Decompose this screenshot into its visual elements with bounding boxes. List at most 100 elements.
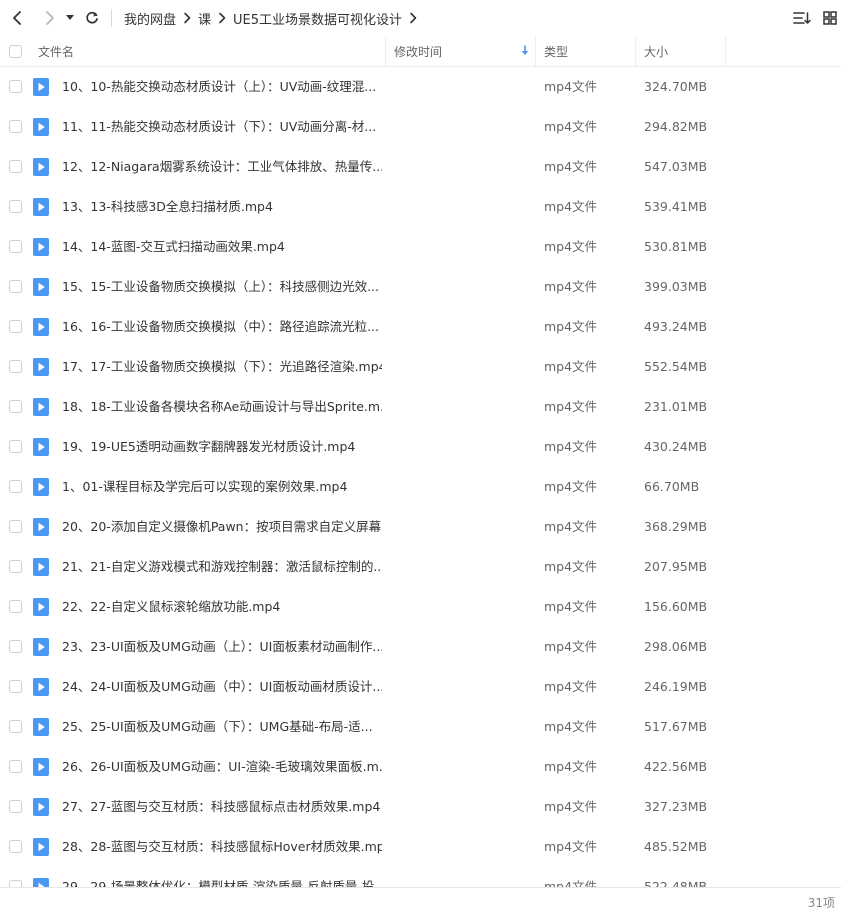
file-name[interactable]: 14、14-蓝图-交互式扫描动画效果.mp4	[62, 227, 285, 267]
row-checkbox[interactable]	[9, 520, 22, 533]
row-checkbox[interactable]	[9, 840, 22, 853]
video-file-icon	[33, 358, 49, 376]
file-name[interactable]: 22、22-自定义鼠标滚轮缩放功能.mp4	[62, 587, 280, 627]
file-name[interactable]: 13、13-科技感3D全息扫描材质.mp4	[62, 187, 273, 227]
file-name[interactable]: 29、29-场景整体优化：模型材质-渲染质量-反射质量-投...	[62, 867, 382, 887]
column-header-size[interactable]: 大小	[644, 36, 668, 66]
table-row[interactable]: 27、27-蓝图与交互材质：科技感鼠标点击材质效果.mp4 mp4文件 327.23…	[0, 787, 841, 827]
row-checkbox[interactable]	[9, 200, 22, 213]
row-checkbox[interactable]	[9, 120, 22, 133]
row-checkbox[interactable]	[9, 800, 22, 813]
file-name[interactable]: 20、20-添加自定义摄像机Pawn：按项目需求自定义屏幕...	[62, 507, 382, 547]
file-size: 530.81MB	[644, 239, 708, 254]
table-row[interactable]: 13、13-科技感3D全息扫描材质.mp4 mp4文件 539.41MB	[0, 187, 841, 227]
file-name[interactable]: 19、19-UE5透明动画数字翻牌器发光材质设计.mp4	[62, 427, 355, 467]
file-name[interactable]: 15、15-工业设备物质交换模拟（上）：科技感侧边光效...	[62, 267, 379, 307]
row-checkbox[interactable]	[9, 640, 22, 653]
video-file-icon	[33, 78, 49, 96]
file-name[interactable]: 11、11-热能交换动态材质设计（下）：UV动画分离-材...	[62, 107, 376, 147]
row-checkbox[interactable]	[9, 720, 22, 733]
row-checkbox[interactable]	[9, 400, 22, 413]
row-checkbox[interactable]	[9, 440, 22, 453]
file-name[interactable]: 28、28-蓝图与交互材质：科技感鼠标Hover材质效果.mp4	[62, 827, 382, 867]
sort-descending-icon[interactable]	[521, 45, 529, 59]
breadcrumb-item-root[interactable]: 我的网盘	[124, 9, 176, 28]
table-row[interactable]: 17、17-工业设备物质交换模拟（下）：光追路径渲染.mp4 mp4文件 552.5…	[0, 347, 841, 387]
table-row[interactable]: 24、24-UI面板及UMG动画（中）：UI面板动画材质设计... mp4文件 24…	[0, 667, 841, 707]
file-name[interactable]: 17、17-工业设备物质交换模拟（下）：光追路径渲染.mp4	[62, 347, 382, 387]
file-type: mp4文件	[544, 439, 598, 454]
table-row[interactable]: 25、25-UI面板及UMG动画（下）：UMG基础-布局-适... mp4文件 51…	[0, 707, 841, 747]
file-name[interactable]: 12、12-Niagara烟雾系统设计：工业气体排放、热量传...	[62, 147, 382, 187]
chevron-right-icon	[46, 11, 54, 25]
file-name[interactable]: 16、16-工业设备物质交换模拟（中）：路径追踪流光粒...	[62, 307, 379, 347]
video-file-icon	[33, 558, 49, 576]
column-header-modified[interactable]: 修改时间	[394, 36, 442, 66]
file-size: 246.19MB	[644, 679, 708, 694]
table-row[interactable]: 16、16-工业设备物质交换模拟（中）：路径追踪流光粒... mp4文件 493.2…	[0, 307, 841, 347]
video-file-icon	[33, 838, 49, 856]
file-name[interactable]: 1、01-课程目标及学完后可以实现的案例效果.mp4	[62, 467, 347, 507]
file-size: 552.54MB	[644, 359, 708, 374]
row-checkbox[interactable]	[9, 600, 22, 613]
table-row[interactable]: 15、15-工业设备物质交换模拟（上）：科技感侧边光效... mp4文件 399.0…	[0, 267, 841, 307]
row-checkbox[interactable]	[9, 280, 22, 293]
file-size: 298.06MB	[644, 639, 708, 654]
file-name[interactable]: 10、10-热能交换动态材质设计（上）：UV动画-纹理混...	[62, 67, 376, 107]
row-checkbox[interactable]	[9, 480, 22, 493]
video-file-icon	[33, 118, 49, 136]
file-size: 485.52MB	[644, 839, 708, 854]
breadcrumb-item-current[interactable]: UE5工业场景数据可视化设计	[233, 9, 402, 28]
column-header-name[interactable]: 文件名	[38, 36, 74, 66]
video-file-icon	[33, 478, 49, 496]
forward-button[interactable]	[39, 7, 61, 29]
file-type: mp4文件	[544, 199, 598, 214]
refresh-button[interactable]	[81, 7, 103, 29]
column-header-type[interactable]: 类型	[544, 36, 568, 66]
row-checkbox[interactable]	[9, 320, 22, 333]
refresh-icon	[86, 11, 98, 24]
row-checkbox[interactable]	[9, 760, 22, 773]
table-row[interactable]: 23、23-UI面板及UMG动画（上）：UI面板素材动画制作... mp4文件 29…	[0, 627, 841, 667]
history-dropdown-button[interactable]	[63, 7, 77, 29]
table-row[interactable]: 28、28-蓝图与交互材质：科技感鼠标Hover材质效果.mp4 mp4文件 485…	[0, 827, 841, 867]
file-name[interactable]: 27、27-蓝图与交互材质：科技感鼠标点击材质效果.mp4	[62, 787, 380, 827]
file-type: mp4文件	[544, 319, 598, 334]
table-row[interactable]: 12、12-Niagara烟雾系统设计：工业气体排放、热量传... mp4文件 54…	[0, 147, 841, 187]
file-type: mp4文件	[544, 639, 598, 654]
file-name[interactable]: 26、26-UI面板及UMG动画：UI-渲染-毛玻璃效果面板.m...	[62, 747, 382, 787]
select-all-checkbox[interactable]	[9, 36, 22, 66]
table-row[interactable]: 18、18-工业设备各模块名称Ae动画设计与导出Sprite.m... mp4文件…	[0, 387, 841, 427]
sort-button[interactable]	[791, 7, 813, 29]
view-mode-button[interactable]	[819, 7, 841, 29]
table-row[interactable]: 1、01-课程目标及学完后可以实现的案例效果.mp4 mp4文件 66.70MB	[0, 467, 841, 507]
file-name[interactable]: 23、23-UI面板及UMG动画（上）：UI面板素材动画制作...	[62, 627, 382, 667]
file-name[interactable]: 25、25-UI面板及UMG动画（下）：UMG基础-布局-适...	[62, 707, 373, 747]
file-size: 522.48MB	[644, 879, 708, 887]
row-checkbox[interactable]	[9, 680, 22, 693]
column-divider	[635, 36, 636, 66]
video-file-icon	[33, 598, 49, 616]
row-checkbox[interactable]	[9, 160, 22, 173]
row-checkbox[interactable]	[9, 880, 22, 887]
table-row[interactable]: 26、26-UI面板及UMG动画：UI-渲染-毛玻璃效果面板.m... mp4文件…	[0, 747, 841, 787]
file-size: 422.56MB	[644, 759, 708, 774]
row-checkbox[interactable]	[9, 360, 22, 373]
file-name[interactable]: 24、24-UI面板及UMG动画（中）：UI面板动画材质设计...	[62, 667, 382, 707]
table-row[interactable]: 19、19-UE5透明动画数字翻牌器发光材质设计.mp4 mp4文件 430.24M…	[0, 427, 841, 467]
file-name[interactable]: 18、18-工业设备各模块名称Ae动画设计与导出Sprite.m...	[62, 387, 382, 427]
table-row[interactable]: 21、21-自定义游戏模式和游戏控制器：激活鼠标控制的... mp4文件 207.9…	[0, 547, 841, 587]
table-row[interactable]: 14、14-蓝图-交互式扫描动画效果.mp4 mp4文件 530.81MB	[0, 227, 841, 267]
row-checkbox[interactable]	[9, 560, 22, 573]
breadcrumb-item-course[interactable]: 课	[198, 9, 211, 28]
file-name[interactable]: 21、21-自定义游戏模式和游戏控制器：激活鼠标控制的...	[62, 547, 382, 587]
table-row[interactable]: 10、10-热能交换动态材质设计（上）：UV动画-纹理混... mp4文件 324.…	[0, 67, 841, 107]
table-row[interactable]: 20、20-添加自定义摄像机Pawn：按项目需求自定义屏幕... mp4文件 368…	[0, 507, 841, 547]
table-row[interactable]: 11、11-热能交换动态材质设计（下）：UV动画分离-材... mp4文件 294.…	[0, 107, 841, 147]
table-row[interactable]: 29、29-场景整体优化：模型材质-渲染质量-反射质量-投... mp4文件 522…	[0, 867, 841, 887]
column-divider	[385, 36, 386, 66]
row-checkbox[interactable]	[9, 80, 22, 93]
table-row[interactable]: 22、22-自定义鼠标滚轮缩放功能.mp4 mp4文件 156.60MB	[0, 587, 841, 627]
row-checkbox[interactable]	[9, 240, 22, 253]
back-button[interactable]	[6, 7, 28, 29]
